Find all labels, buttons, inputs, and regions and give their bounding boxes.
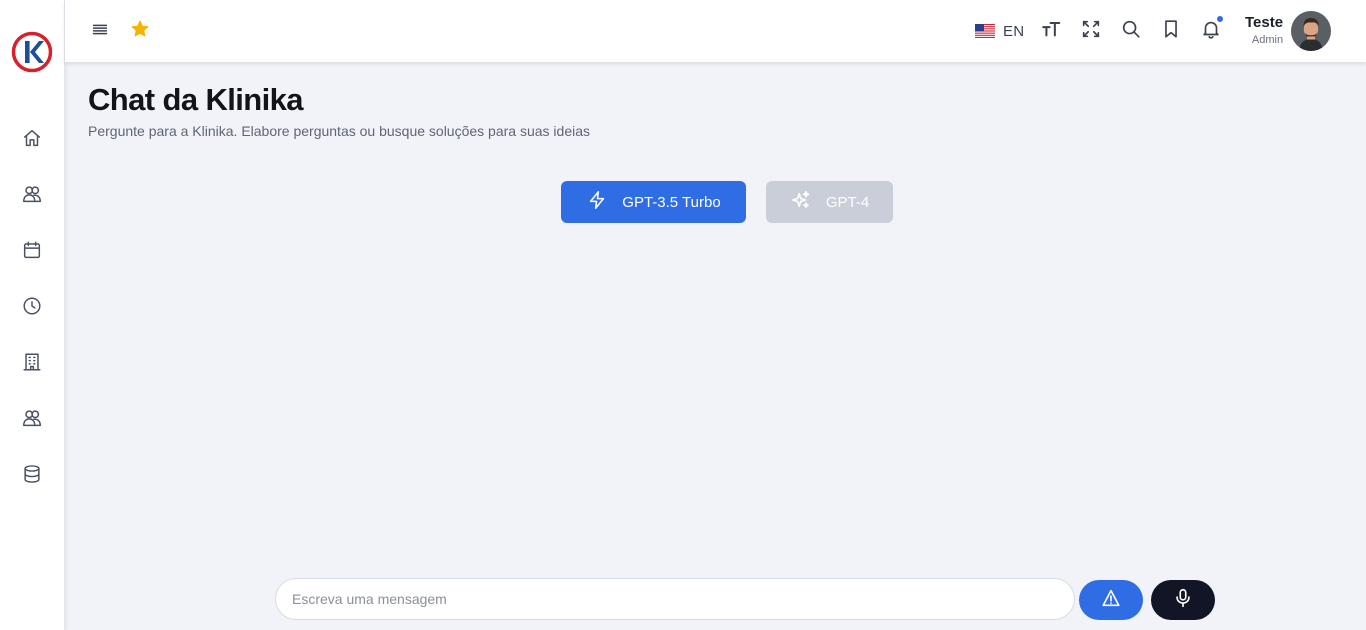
- send-button[interactable]: [1079, 580, 1143, 620]
- klinika-logo[interactable]: [11, 31, 53, 73]
- sidebar-item-calendar[interactable]: [12, 232, 52, 272]
- avatar: [1291, 11, 1332, 51]
- sidebar-item-users[interactable]: [12, 176, 52, 216]
- sidebar-item-home[interactable]: [12, 120, 52, 160]
- menu-toggle-button[interactable]: [83, 14, 117, 48]
- send-icon: [1100, 587, 1122, 614]
- topbar: EN Teste Admin: [65, 0, 1366, 62]
- language-selector[interactable]: EN: [975, 20, 1024, 42]
- microphone-button[interactable]: [1151, 580, 1215, 620]
- model-gpt4-button[interactable]: GPT-4: [766, 181, 893, 223]
- sidebar-item-building[interactable]: [12, 344, 52, 384]
- fullscreen-icon: [1080, 18, 1102, 45]
- bolt-icon: [586, 189, 608, 215]
- database-icon: [21, 463, 43, 490]
- sidebar-item-clock[interactable]: [12, 288, 52, 328]
- message-input[interactable]: [275, 578, 1075, 620]
- hamburger-icon: [89, 18, 111, 45]
- model-gpt4-label: GPT-4: [825, 193, 870, 211]
- text-size-button[interactable]: [1034, 14, 1068, 48]
- star-icon: [129, 18, 151, 45]
- user-role: Admin: [1251, 34, 1284, 46]
- calendar-icon: [21, 239, 43, 266]
- text-size-icon: [1040, 18, 1062, 45]
- bookmark-button[interactable]: [1154, 14, 1188, 48]
- favorite-button[interactable]: [123, 14, 157, 48]
- user-name: Teste: [1245, 14, 1284, 31]
- bookmark-icon: [1160, 18, 1182, 45]
- notifications-button[interactable]: [1194, 14, 1228, 48]
- search-button[interactable]: [1114, 14, 1148, 48]
- users-icon: [21, 183, 43, 210]
- page-title: Chat da Klinika: [88, 82, 304, 117]
- model-gpt35-label: GPT-3.5 Turbo: [622, 193, 721, 211]
- user-menu[interactable]: Teste Admin: [1245, 10, 1332, 52]
- sparkles-icon: [790, 189, 812, 215]
- fullscreen-button[interactable]: [1074, 14, 1108, 48]
- language-code: EN: [1003, 22, 1025, 40]
- team-icon: [21, 407, 43, 434]
- sidebar-item-database[interactable]: [12, 456, 52, 496]
- clock-icon: [21, 295, 43, 322]
- user-info: Teste Admin: [1245, 14, 1283, 48]
- search-icon: [1120, 18, 1142, 45]
- building-icon: [21, 351, 43, 378]
- model-gpt35-button[interactable]: GPT-3.5 Turbo: [561, 181, 746, 223]
- microphone-icon: [1172, 587, 1194, 614]
- sidebar: [0, 0, 65, 630]
- sidebar-item-team[interactable]: [12, 400, 52, 440]
- us-flag-icon: [975, 24, 995, 38]
- notification-badge: [1216, 15, 1224, 23]
- page-subtitle: Pergunte para a Klinika. Elabore pergunt…: [88, 123, 590, 139]
- home-icon: [21, 127, 43, 154]
